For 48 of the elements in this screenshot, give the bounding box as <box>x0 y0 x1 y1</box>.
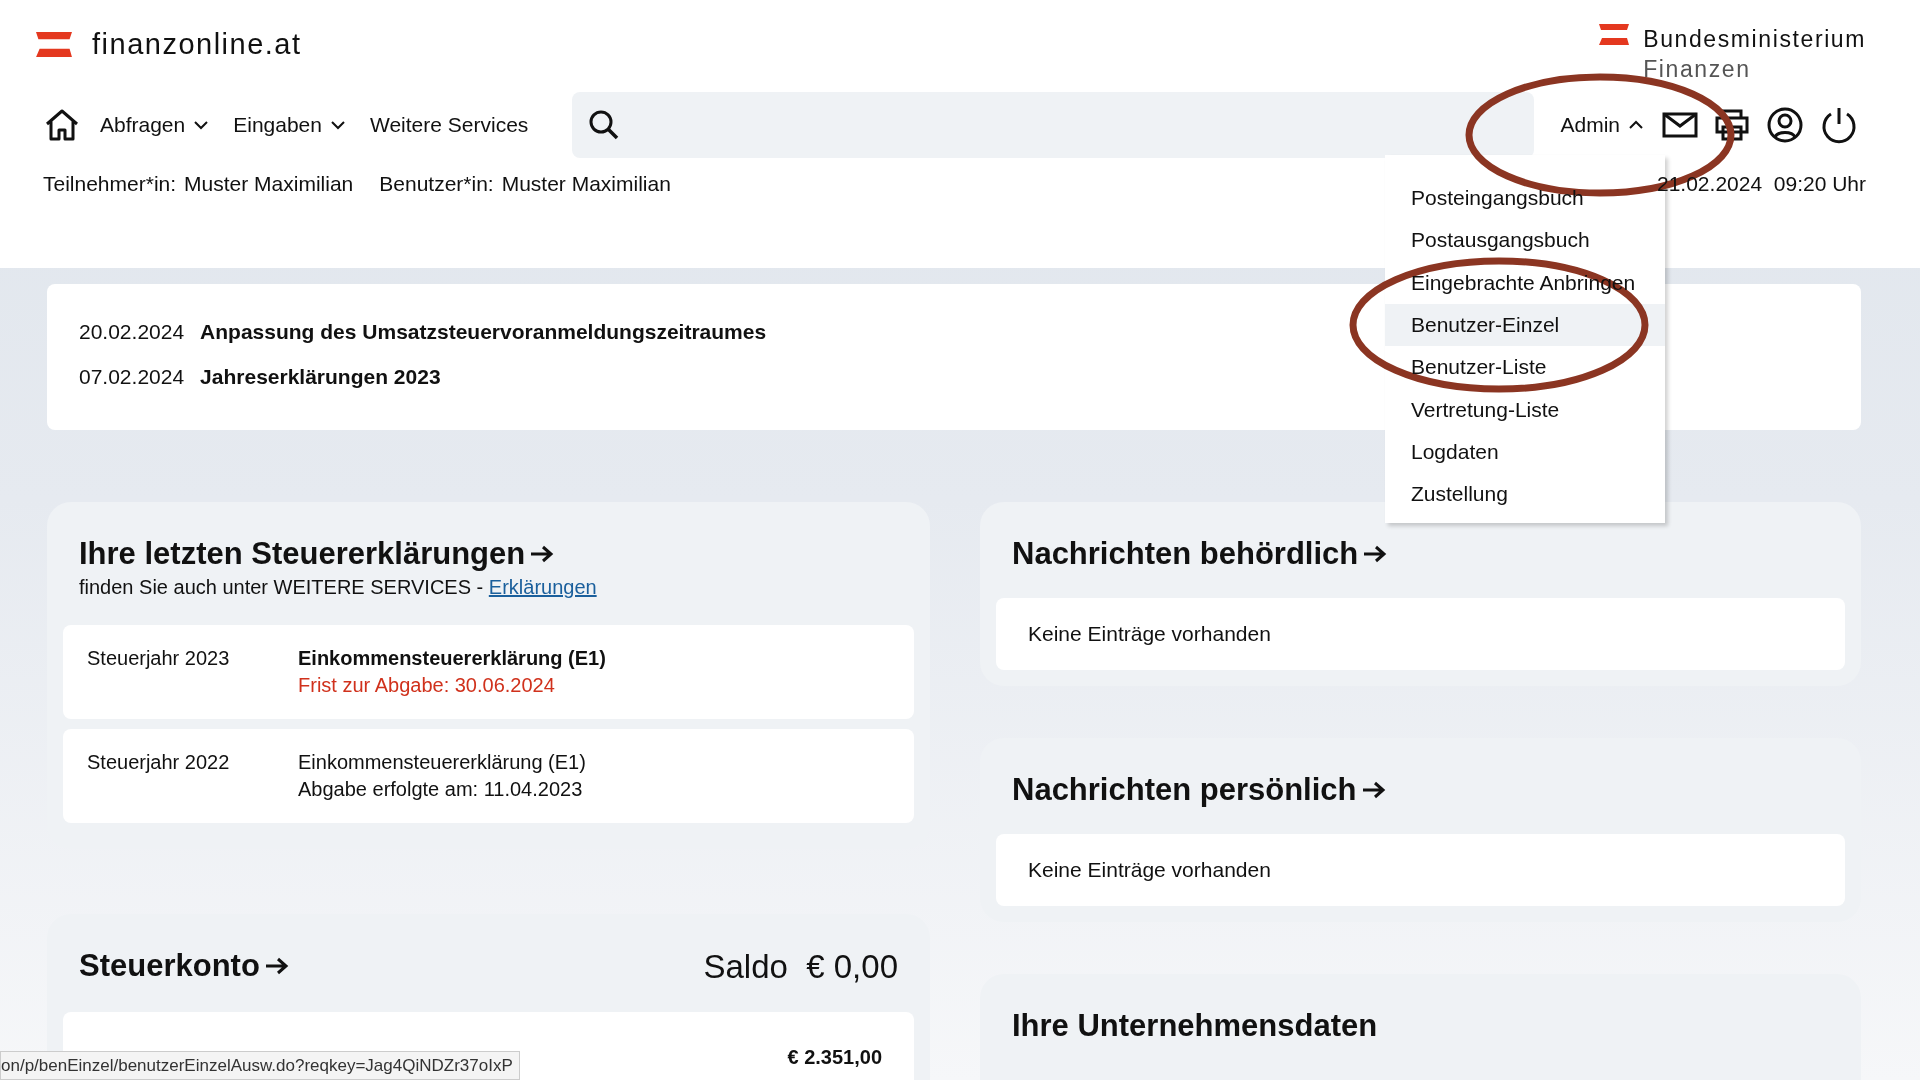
status-bar-url: on/p/benEinzel/benutzerEinzelAusw.do?reqkey=Jag4QiNDZr37oIxP <box>0 1051 520 1080</box>
user-name: Muster Maximilian <box>501 172 671 196</box>
search-field[interactable] <box>572 92 1535 158</box>
balance-text: Saldo € 0,00 <box>703 948 898 986</box>
ministry-name: Finanzen <box>1643 55 1752 84</box>
news-link[interactable]: Anpassung des Umsatzsteuervoranmeldungszeitraumes <box>200 320 767 344</box>
declaration-status: Abgabe erfolgte am: 11.04.2023 <box>298 778 584 801</box>
declarations-link[interactable]: Erklärungen <box>488 576 597 598</box>
amount-text: € 2.351,00 <box>787 1045 882 1069</box>
flag-logo-icon <box>1599 24 1630 45</box>
card-title[interactable]: Ihre letzten Steuererklärungen <box>79 536 556 572</box>
empty-message: Keine Einträge vorhanden <box>996 834 1845 906</box>
dropdown-menu-item[interactable]: Zustellung <box>1385 473 1665 516</box>
news-date: 07.02.2024 <box>79 365 185 389</box>
participant-name: Muster Maximilian <box>184 172 354 196</box>
nav-menu-item[interactable]: Weitere Services <box>358 113 541 137</box>
ministry-name: Bundesministerium <box>1643 25 1866 54</box>
card-title[interactable]: Nachrichten behördlich <box>1012 536 1389 572</box>
dropdown-menu-item[interactable]: Vertretung-Liste <box>1385 388 1665 431</box>
tax-year: Steuerjahr 2023 <box>87 647 231 671</box>
declaration-name: Einkommensteuererklärung (E1) <box>298 751 586 774</box>
card-title: Ihre Unternehmensdaten <box>1012 1008 1378 1044</box>
card-title[interactable]: Steuerkonto <box>79 948 290 984</box>
nav-menu-item[interactable]: Eingaben <box>221 113 358 137</box>
arrow-icon <box>263 956 290 976</box>
chevron-icon <box>1628 120 1644 130</box>
dropdown-menu-item[interactable]: Benutzer-Liste <box>1385 346 1665 389</box>
dropdown-menu-item[interactable]: Logdaten <box>1385 430 1665 474</box>
empty-message: Keine Einträge vorhanden <box>996 598 1845 670</box>
card-subtitle: finden Sie auch unter WEITERE SERVICES - Erklärungen <box>79 576 598 599</box>
news-link[interactable]: Jahreserklärungen 2023 <box>200 365 441 389</box>
admin-menu-button[interactable]: Admin <box>1550 113 1654 137</box>
dropdown-menu-item[interactable]: Benutzer-Einzel <box>1385 303 1665 347</box>
news-date: 20.02.2024 <box>79 320 185 344</box>
declaration-name: Einkommensteuererklärung (E1) <box>298 647 606 670</box>
nav-menu-item[interactable]: Abfragen <box>88 113 222 137</box>
site-logo-text[interactable]: finanzonline.at <box>92 28 302 61</box>
declaration-status: Frist zur Abgabe: 30.06.2024 <box>298 674 556 697</box>
card-title[interactable]: Nachrichten persönlich <box>1012 772 1387 808</box>
search-icon <box>588 109 621 141</box>
arrow-icon <box>529 544 556 564</box>
declaration-item[interactable]: Steuerjahr 2022 Einkommensteuererklärung (E1) Abgabe erfolgte am: 11.04.2023 <box>63 729 914 823</box>
dropdown-menu-item[interactable]: Postausgangsbuch <box>1385 219 1665 262</box>
tax-year: Steuerjahr 2022 <box>87 751 231 775</box>
flag-logo-icon <box>36 31 72 58</box>
participant-label: Teilnehmer*in: <box>43 172 177 196</box>
declaration-item[interactable]: Steuerjahr 2023 Einkommensteuererklärung (E1) Frist zur Abgabe: 30.06.2024 <box>63 625 914 719</box>
user-label: Benutzer*in: <box>379 172 494 196</box>
